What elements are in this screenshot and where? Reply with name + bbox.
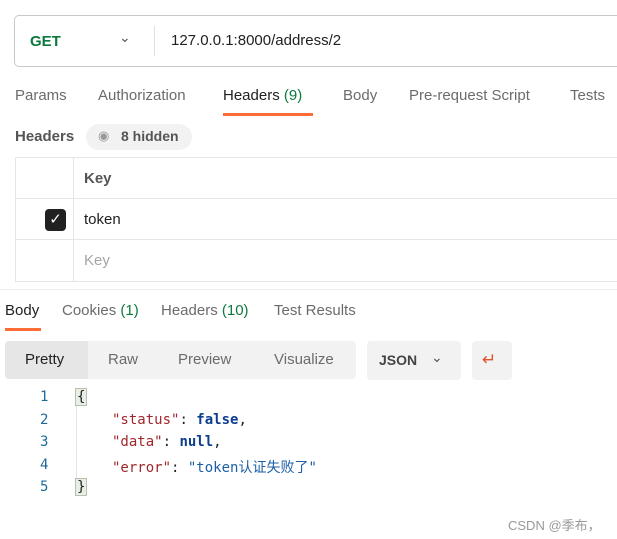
wrap-icon: ↵ [482,350,497,369]
tab-count: (9) [283,87,303,104]
format-select[interactable]: JSON ⌄ [367,341,461,380]
table-row: ✓ token [16,199,617,240]
tab-tests[interactable]: Tests [570,87,605,104]
divider [0,289,617,290]
json-line: "data": null, [112,434,222,450]
tab-params[interactable]: Params [15,87,67,104]
line-number: 2 [40,412,49,428]
tab-authorization[interactable]: Authorization [98,87,186,104]
tab-label: Headers [161,302,218,319]
active-tab-indicator [5,328,41,331]
view-raw[interactable]: Raw [108,351,138,368]
method-select[interactable]: GET [30,33,61,50]
view-preview[interactable]: Preview [178,351,231,368]
json-value: null [179,434,214,450]
line-number: 1 [40,389,49,405]
json-key: "data" [112,434,163,450]
json-key: "error" [112,460,172,476]
tab-pre-request-script[interactable]: Pre-request Script [409,87,530,104]
response-tab-test-results[interactable]: Test Results [274,302,356,319]
request-bar: GET ⌄ 127.0.0.1:8000/address/2 [14,15,617,67]
chevron-down-icon: ⌄ [431,349,443,365]
checkbox-checked[interactable]: ✓ [45,209,66,231]
url-input[interactable]: 127.0.0.1:8000/address/2 [171,32,341,49]
response-tab-headers[interactable]: Headers (10) [161,302,249,319]
headers-title: Headers [15,128,75,145]
active-tab-indicator [223,113,313,116]
headers-table: Key ✓ token Key [15,157,617,282]
tab-label: Cookies [62,302,117,319]
json-key: "status" [112,412,180,428]
hidden-headers-toggle[interactable]: ◉ 8 hidden [86,124,192,150]
key-input[interactable]: Key [74,240,110,281]
divider [154,26,155,56]
format-label: JSON [379,352,418,368]
json-brace-open: { [75,388,88,406]
eye-icon: ◉ [98,128,110,143]
tab-count: (10) [221,302,249,319]
response-tab-cookies[interactable]: Cookies (1) [62,302,139,319]
json-line: "error": "token认证失败了" [112,460,317,476]
json-value: "token认证失败了" [187,460,317,476]
tab-count: (1) [120,302,139,319]
view-pretty[interactable]: Pretty [25,351,64,368]
response-tab-body[interactable]: Body [5,302,39,319]
chevron-down-icon[interactable]: ⌄ [119,29,131,46]
tab-body[interactable]: Body [343,87,377,104]
header-key-cell[interactable]: token [74,199,121,239]
table-header-row: Key [16,158,617,199]
line-number: 5 [40,479,49,495]
watermark: CSDN @季布， [508,518,601,533]
json-value: false [196,412,239,428]
tab-headers[interactable]: Headers (9) [223,87,302,104]
tab-label: Headers [223,87,280,104]
indent-guide [76,404,77,482]
column-key: Key [84,170,112,187]
line-number: 3 [40,434,49,450]
json-line: "status": false, [112,412,247,428]
wrap-lines-button[interactable]: ↵ [472,341,512,380]
json-brace-close: } [75,478,88,496]
table-row-empty: Key [16,240,617,281]
line-number: 4 [40,457,49,473]
view-visualize[interactable]: Visualize [274,351,334,368]
hidden-count: 8 hidden [121,128,179,144]
